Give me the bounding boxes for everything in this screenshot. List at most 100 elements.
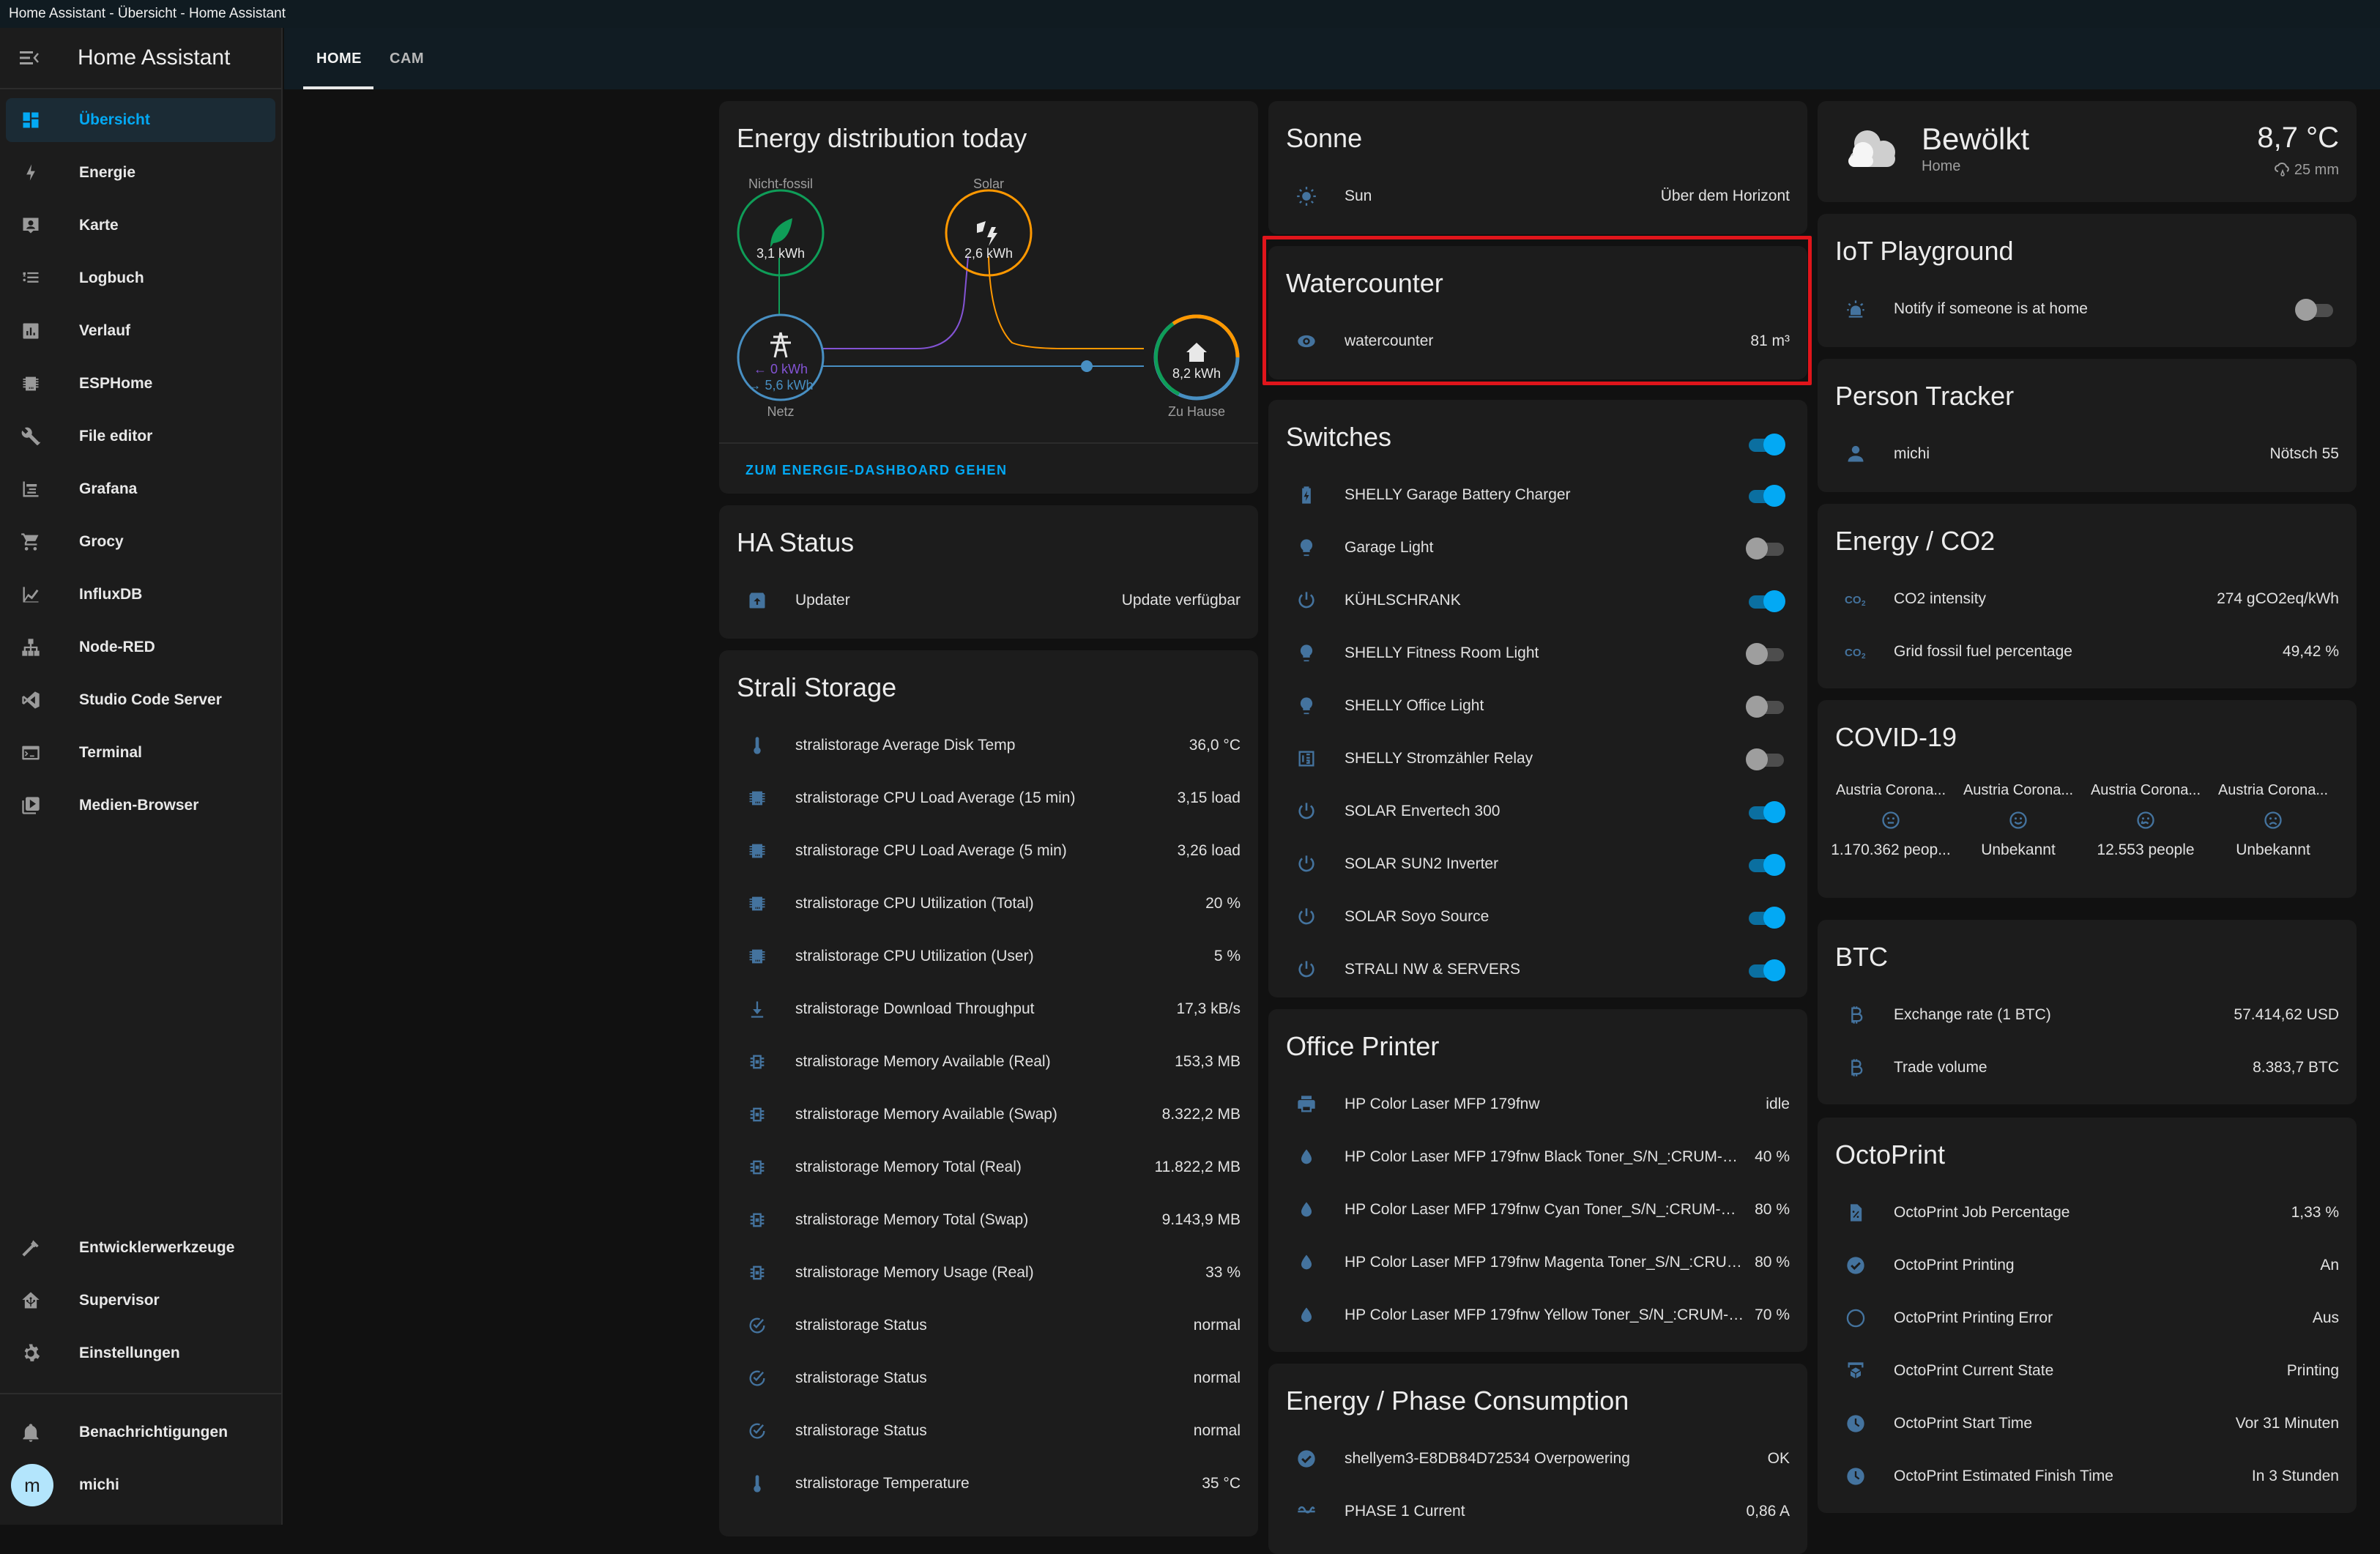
entity-name[interactable]: stralistorage Download Throughput [795,1000,1166,1018]
entity-row[interactable]: KÜHLSCHRANK [1268,574,1807,627]
entity-row[interactable]: HP Color Laser MFP 179fnw Magenta Toner_… [1268,1236,1807,1289]
sidebar-item-supervisor[interactable]: Supervisor [6,1279,275,1323]
entity-name[interactable]: KÜHLSCHRANK [1345,592,1746,609]
entity-name[interactable]: Notify if someone is at home [1894,300,2295,318]
entity-name[interactable]: CO2 intensity [1894,590,2206,608]
entity-name[interactable]: SOLAR SUN2 Inverter [1345,855,1746,873]
menu-collapse-button[interactable] [0,50,59,66]
entity-toggle[interactable] [1746,533,1787,562]
entity-name[interactable]: stralistorage Memory Available (Swap) [795,1106,1152,1123]
entity-row[interactable]: OctoPrint Estimated Finish Time In 3 Stun… [1818,1450,2357,1503]
entity-toggle[interactable] [1746,691,1787,721]
entity-row[interactable]: stralistorage Memory Usage (Real) 33 % [719,1246,1258,1299]
entity-name[interactable]: OctoPrint Current State [1894,1362,2277,1380]
entity-row[interactable]: OctoPrint Start Time Vor 31 Minuten [1818,1397,2357,1450]
entity-name[interactable]: stralistorage Memory Available (Real) [795,1053,1164,1071]
covid-entity[interactable]: Austria Corona... 12.553 people [2083,782,2209,859]
entity-row[interactable]: SHELLY Stromzähler Relay [1268,732,1807,785]
entity-name[interactable]: stralistorage CPU Utilization (Total) [795,895,1195,912]
entity-row[interactable]: Notify if someone is at home [1818,283,2357,335]
entity-row[interactable]: HP Color Laser MFP 179fnw Yellow Toner_S… [1268,1289,1807,1342]
entity-row[interactable]: SOLAR SUN2 Inverter [1268,838,1807,891]
entity-name[interactable]: stralistorage CPU Load Average (5 min) [795,842,1167,860]
entity-row[interactable]: watercounter 81 m³ [1268,315,1807,368]
entity-row[interactable]: stralistorage CPU Utilization (Total) 20 … [719,877,1258,930]
entity-name[interactable]: stralistorage Memory Total (Real) [795,1159,1144,1176]
entity-name[interactable]: HP Color Laser MFP 179fnw Magenta Toner_… [1345,1254,1744,1271]
entity-row[interactable]: SOLAR Soyo Source [1268,891,1807,943]
entity-toggle[interactable] [1746,639,1787,668]
entity-name[interactable]: Garage Light [1345,539,1746,557]
entity-row[interactable]: michi Nötsch 55 [1818,428,2357,480]
entity-row[interactable]: HP Color Laser MFP 179fnw Black Toner_S/… [1268,1131,1807,1183]
tab-cam[interactable]: CAM [390,28,424,89]
entity-row[interactable]: OctoPrint Current State Printing [1818,1345,2357,1397]
entity-name[interactable]: Sun [1345,187,1651,205]
entity-row[interactable]: stralistorage Status normal [719,1299,1258,1352]
entity-row[interactable]: Sun Über dem Horizont [1268,170,1807,223]
entity-name[interactable]: watercounter [1345,332,1740,350]
sidebar-item-esphome[interactable]: ESPHome [6,362,275,406]
entity-row[interactable]: CO 2 Grid fossil fuel percentage 49,42 % [1818,625,2357,678]
entity-toggle[interactable] [1746,955,1787,984]
entity-name[interactable]: OctoPrint Printing Error [1894,1309,2302,1327]
entity-toggle[interactable] [1746,586,1787,615]
entity-toggle[interactable] [2295,294,2336,324]
entity-name[interactable]: stralistorage CPU Utilization (User) [795,948,1204,965]
entity-row[interactable]: SHELLY Office Light [1268,680,1807,732]
entity-row[interactable]: PHASE 1 Current 0,86 A [1268,1485,1807,1538]
entity-name[interactable]: HP Color Laser MFP 179fnw [1345,1096,1755,1113]
entity-name[interactable]: stralistorage Status [795,1317,1183,1334]
entity-name[interactable]: OctoPrint Printing [1894,1257,2310,1274]
entity-name[interactable]: HP Color Laser MFP 179fnw Yellow Toner_S… [1345,1306,1744,1324]
entity-name[interactable]: SOLAR Soyo Source [1345,908,1746,926]
entity-name[interactable]: STRALI NW & SERVERS [1345,961,1746,978]
sidebar-item-notifications[interactable]: Benachrichtigungen [6,1410,275,1454]
entity-row[interactable]: SOLAR Envertech 300 [1268,785,1807,838]
entity-toggle[interactable] [1746,850,1787,879]
sidebar-item-logbuch[interactable]: Logbuch [6,256,275,300]
sidebar-item-einstellungen[interactable]: Einstellungen [6,1331,275,1375]
entity-name[interactable]: SHELLY Garage Battery Charger [1345,486,1746,504]
entity-name[interactable]: michi [1894,445,2259,463]
entity-row[interactable]: stralistorage Memory Total (Real) 11.822,… [719,1141,1258,1194]
entity-name[interactable]: SOLAR Envertech 300 [1345,803,1746,820]
sidebar-item-grocy[interactable]: Grocy [6,520,275,564]
covid-entity[interactable]: Austria Corona... Unbekannt [2210,782,2336,859]
entity-row[interactable]: CO 2 CO2 intensity 274 gCO2eq/kWh [1818,573,2357,625]
weather-card[interactable]: Bewölkt Home 8,7 °C 25 mm [1818,101,2357,202]
entity-row[interactable]: SHELLY Fitness Room Light [1268,627,1807,680]
entity-row[interactable]: stralistorage Download Throughput 17,3 kB… [719,983,1258,1036]
entity-name[interactable]: Exchange rate (1 BTC) [1894,1006,2223,1024]
entity-row[interactable]: shellyem3-E8DB84D72534 Overpowering OK [1268,1432,1807,1485]
entity-toggle[interactable] [1746,744,1787,773]
entity-name[interactable]: OctoPrint Estimated Finish Time [1894,1468,2242,1485]
entity-row[interactable]: stralistorage CPU Load Average (15 min) 3… [719,772,1258,825]
entity-row[interactable]: stralistorage CPU Utilization (User) 5 % [719,930,1258,983]
entity-row[interactable]: stralistorage Average Disk Temp 36,0 °C [719,719,1258,772]
sidebar-item-entwicklerwerkzeuge[interactable]: Entwicklerwerkzeuge [6,1226,275,1270]
sidebar-item-energie[interactable]: Energie [6,151,275,195]
entity-row[interactable]: HP Color Laser MFP 179fnw idle [1268,1078,1807,1131]
entity-row[interactable]: SHELLY Garage Battery Charger [1268,469,1807,521]
entity-name[interactable]: stralistorage Temperature [795,1475,1191,1492]
entity-name[interactable]: stralistorage Status [795,1422,1183,1440]
entity-name[interactable]: Grid fossil fuel percentage [1894,643,2272,661]
entity-row[interactable]: Updater Update verfügbar [719,574,1258,627]
entity-name[interactable]: stralistorage Status [795,1369,1183,1387]
energy-dashboard-link[interactable]: ZUM ENERGIE-DASHBOARD GEHEN [745,463,1008,478]
sidebar-item-user[interactable]: m michi [6,1463,275,1507]
entity-row[interactable]: stralistorage Status normal [719,1405,1258,1457]
entity-name[interactable]: SHELLY Office Light [1345,697,1746,715]
entity-name[interactable]: SHELLY Fitness Room Light [1345,644,1746,662]
sidebar-item-medien-browser[interactable]: Medien-Browser [6,784,275,828]
entity-name[interactable]: SHELLY Stromzähler Relay [1345,750,1746,767]
sidebar-item-grafana[interactable]: Grafana [6,467,275,511]
entity-row[interactable]: stralistorage Memory Available (Real) 153… [719,1036,1258,1088]
entity-toggle[interactable] [1746,480,1787,510]
sidebar-item-terminal[interactable]: Terminal [6,731,275,775]
sidebar-item-node-red[interactable]: Node-RED [6,625,275,669]
tab-home[interactable]: HOME [316,28,362,89]
entity-row[interactable]: OctoPrint Job Percentage 1,33 % [1818,1186,2357,1239]
entity-toggle[interactable] [1746,797,1787,826]
